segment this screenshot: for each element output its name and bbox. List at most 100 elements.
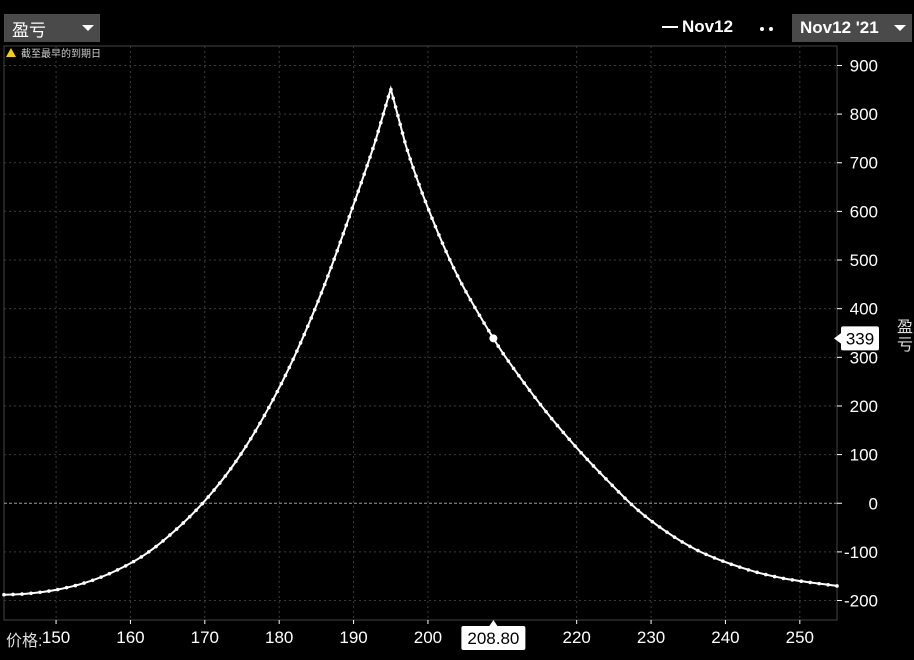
series-point <box>549 416 554 421</box>
series-point <box>335 248 340 253</box>
x-tick-label: 190 <box>339 628 367 647</box>
series-point <box>400 131 405 135</box>
series-point <box>591 464 596 468</box>
series-point <box>486 328 491 333</box>
y-axis-title: 盈亏 <box>894 318 913 354</box>
series-point <box>712 556 717 560</box>
y-tick-label: 800 <box>850 105 878 124</box>
series-point <box>389 87 393 92</box>
series-point <box>287 365 292 370</box>
series-point <box>561 430 566 435</box>
series-point <box>579 450 583 455</box>
series-point <box>139 555 144 559</box>
series-point <box>616 490 621 494</box>
series-point <box>430 216 434 221</box>
series-point <box>154 544 158 549</box>
series-point <box>217 481 222 485</box>
series-point <box>408 157 413 161</box>
series-point <box>322 282 327 287</box>
series-point <box>403 139 407 144</box>
series-point <box>64 585 69 590</box>
series-point <box>338 240 343 245</box>
series-point <box>672 535 677 539</box>
x-tick-label: 180 <box>265 628 293 647</box>
series-point <box>123 564 128 568</box>
series-point <box>835 584 839 588</box>
series-point <box>643 514 647 518</box>
series-point <box>544 409 548 414</box>
series-point <box>629 502 634 507</box>
series-point <box>496 344 501 348</box>
x-tick-label: 160 <box>116 628 144 647</box>
x-tick-label: 220 <box>563 628 591 647</box>
pnl-chart[interactable]: 900 800 700 600 500 400 300 200 100 0 -100 -200 150 1… <box>0 0 914 660</box>
series-point <box>636 508 641 513</box>
plot-frame <box>3 45 838 621</box>
series-point <box>131 559 136 564</box>
series-point <box>376 129 381 134</box>
x-tick-label: 250 <box>786 628 814 647</box>
series-point <box>420 191 424 195</box>
series-point <box>341 231 346 236</box>
y-tick-label: 200 <box>850 397 878 416</box>
x-tick-label: 200 <box>414 628 442 647</box>
series-point <box>275 389 280 394</box>
series-point <box>567 437 571 442</box>
series-point <box>73 583 78 588</box>
series-point <box>347 214 352 219</box>
y-tick-label: 0 <box>869 494 878 513</box>
series-point <box>312 307 317 312</box>
y-tick-label: 600 <box>850 202 878 221</box>
series-point <box>477 313 482 318</box>
series-point <box>573 444 577 448</box>
series-point <box>38 590 42 595</box>
series-point <box>729 562 734 567</box>
series-point <box>253 429 258 433</box>
series-point <box>371 146 375 151</box>
series-point <box>398 122 403 127</box>
series-point <box>473 305 477 310</box>
x-tick-label: 150 <box>42 628 70 647</box>
series-point <box>239 452 243 456</box>
series-point <box>319 291 324 295</box>
series-point <box>258 421 262 426</box>
series-point <box>533 395 537 400</box>
series-point <box>721 559 725 563</box>
series-point <box>248 436 253 441</box>
series-point <box>326 274 330 278</box>
series-point <box>381 112 386 116</box>
series-point <box>212 488 216 492</box>
x-tick-label: 170 <box>191 628 219 647</box>
series-point <box>350 206 355 211</box>
series-point <box>755 570 759 575</box>
series-point <box>411 165 415 170</box>
series-point <box>362 172 367 176</box>
y-cursor-pointer <box>834 332 842 345</box>
series-point <box>384 103 388 108</box>
series-point <box>267 405 271 410</box>
series-point <box>781 576 786 581</box>
series-point <box>206 495 211 499</box>
series-point <box>99 575 103 579</box>
series-point <box>283 373 288 378</box>
series-point <box>181 521 186 525</box>
series-point <box>447 257 452 262</box>
series-point <box>459 282 464 286</box>
series-point <box>271 397 275 402</box>
series-point <box>790 578 795 582</box>
series-point <box>187 514 192 519</box>
series-point <box>610 483 615 488</box>
series-point <box>799 579 804 584</box>
series-point <box>604 477 608 481</box>
x-tick-label: 240 <box>711 628 739 647</box>
series-point <box>302 332 307 337</box>
series-point <box>455 274 460 278</box>
series-point <box>329 265 333 270</box>
series-point <box>585 457 590 462</box>
series-point <box>309 316 314 320</box>
series-point <box>228 466 233 471</box>
series-point <box>468 297 473 302</box>
series-point <box>433 224 438 229</box>
series-point <box>174 527 179 531</box>
y-tick-label: 900 <box>850 56 878 75</box>
